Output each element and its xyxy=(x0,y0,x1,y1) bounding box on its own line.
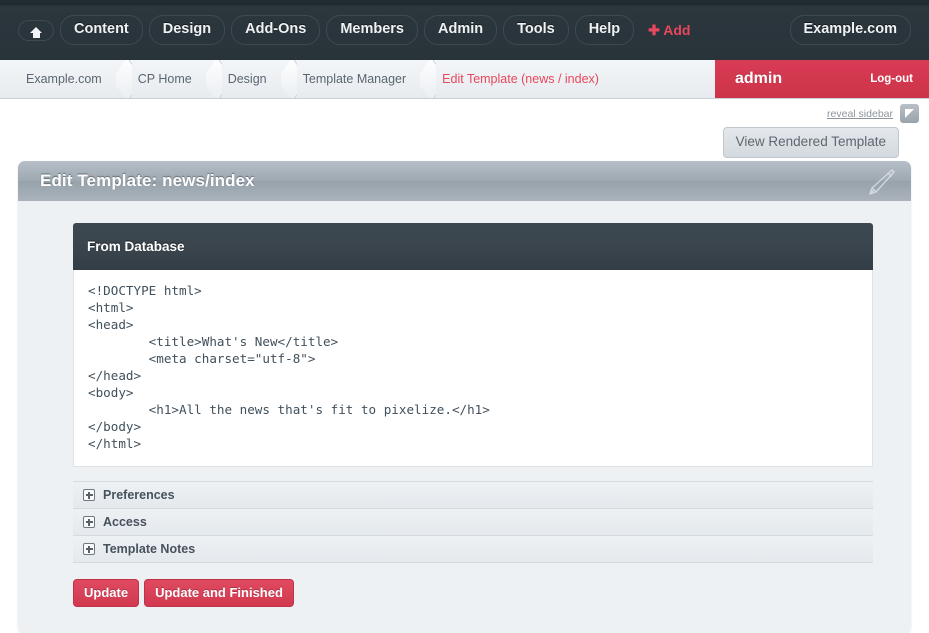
nav-item-add-ons[interactable]: Add-Ons xyxy=(231,15,320,45)
add-new-button[interactable]: ✚ Add xyxy=(648,22,690,39)
reveal-sidebar-control[interactable]: reveal sidebar xyxy=(827,104,919,123)
from-database-header: From Database xyxy=(73,223,873,270)
nav-item-home[interactable] xyxy=(18,20,54,41)
breadcrumb-item-design[interactable]: Design xyxy=(228,60,275,98)
update-button[interactable]: Update xyxy=(73,579,139,607)
breadcrumb-bar: Example.com CP Home Design Template Mana… xyxy=(0,60,929,99)
top-navigation-bar: Content Design Add-Ons Members Admin Too… xyxy=(0,0,929,60)
pencil-icon xyxy=(865,166,897,198)
template-code-text[interactable]: <!DOCTYPE html> <html> <head> <title>Wha… xyxy=(88,282,858,452)
page-title: Edit Template: news/index xyxy=(40,171,255,191)
panel-header: Edit Template: news/index xyxy=(18,161,911,201)
nav-item-admin[interactable]: Admin xyxy=(424,15,497,45)
panel-body: From Database <!DOCTYPE html> <html> <he… xyxy=(18,201,911,633)
breadcrumb-separator-icon xyxy=(281,60,297,98)
breadcrumb-separator-icon xyxy=(116,60,132,98)
accordion-section-preferences[interactable]: Preferences xyxy=(73,482,873,509)
nav-item-help[interactable]: Help xyxy=(575,15,634,45)
add-new-label: Add xyxy=(663,22,690,38)
home-icon xyxy=(30,27,42,33)
accordion-section-template-notes[interactable]: Template Notes xyxy=(73,536,873,563)
arrow-up-left-icon[interactable] xyxy=(900,104,919,123)
from-database-title: From Database xyxy=(87,239,185,254)
nav-item-members[interactable]: Members xyxy=(326,15,418,45)
template-editor-block: From Database <!DOCTYPE html> <html> <he… xyxy=(73,223,873,467)
plus-box-icon xyxy=(83,516,95,528)
form-actions: Update Update and Finished xyxy=(73,579,911,607)
plus-icon: ✚ xyxy=(648,22,660,38)
accordion-section-access[interactable]: Access xyxy=(73,509,873,536)
site-name-button[interactable]: Example.com xyxy=(790,15,912,45)
admin-user-strip: admin Log-out xyxy=(715,60,929,98)
breadcrumb-separator-icon xyxy=(420,60,436,98)
update-and-finished-button[interactable]: Update and Finished xyxy=(144,579,294,607)
breadcrumb-item-template-manager[interactable]: Template Manager xyxy=(303,60,415,98)
breadcrumb-item-example-com[interactable]: Example.com xyxy=(26,60,110,98)
plus-box-icon xyxy=(83,489,95,501)
template-code-editor[interactable]: <!DOCTYPE html> <html> <head> <title>Wha… xyxy=(73,270,873,467)
breadcrumb-separator-icon xyxy=(206,60,222,98)
admin-username: admin xyxy=(735,70,782,88)
breadcrumb: Example.com CP Home Design Template Mana… xyxy=(0,60,715,98)
nav-item-design[interactable]: Design xyxy=(149,15,225,45)
breadcrumb-item-cp-home[interactable]: CP Home xyxy=(138,60,200,98)
view-rendered-template-button[interactable]: View Rendered Template xyxy=(723,127,899,158)
nav-item-content[interactable]: Content xyxy=(60,15,143,45)
utility-row: reveal sidebar View Rendered Template xyxy=(0,99,929,161)
nav-item-tools[interactable]: Tools xyxy=(503,15,569,45)
edit-template-panel: Edit Template: news/index From Database … xyxy=(18,161,911,633)
settings-accordion: Preferences Access Template Notes xyxy=(73,481,873,563)
logout-link[interactable]: Log-out xyxy=(870,73,913,85)
plus-box-icon xyxy=(83,543,95,555)
breadcrumb-item-current: Edit Template (news / index) xyxy=(442,60,607,98)
reveal-sidebar-link[interactable]: reveal sidebar xyxy=(827,108,893,120)
